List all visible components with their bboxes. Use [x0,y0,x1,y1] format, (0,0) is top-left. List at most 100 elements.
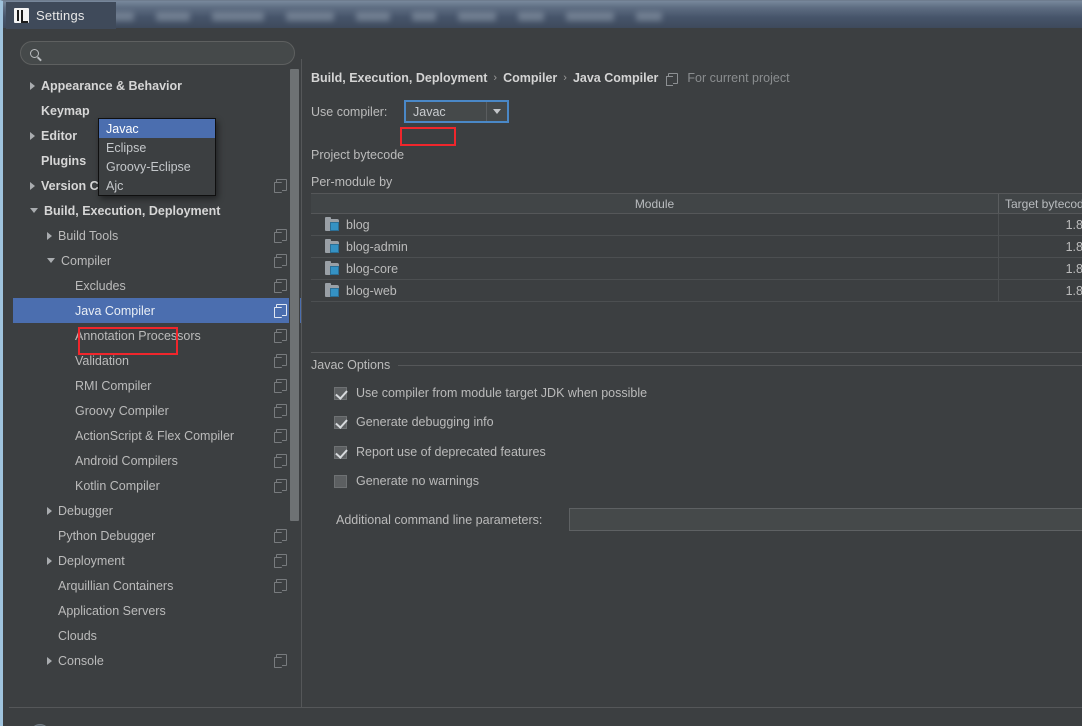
checkbox-checked-icon[interactable] [334,386,347,400]
sidebar-item-label: Console [58,653,104,668]
dropdown-option-javac[interactable]: Javac [99,119,215,138]
checkbox-label: Use compiler from module target JDK when… [356,386,648,400]
copy-icon[interactable] [274,654,287,668]
sidebar-item-build-execution-deployment[interactable]: Build, Execution, Deployment [13,198,301,223]
copy-icon[interactable] [274,454,287,468]
copy-icon[interactable] [666,72,679,86]
use-compiler-dropdown-popup[interactable]: Javac Eclipse Groovy-Eclipse Ajc [98,118,216,196]
dropdown-option-groovy-eclipse[interactable]: Groovy-Eclipse [99,157,215,176]
copy-icon[interactable] [274,229,287,243]
sidebar-item-groovy-compiler[interactable]: Groovy Compiler [13,398,301,423]
table-cell-module[interactable]: blog [311,214,999,235]
checkbox-checked-icon[interactable] [334,415,347,429]
search-input[interactable] [46,46,281,60]
sidebar-item-excludes[interactable]: Excludes [13,273,301,298]
copy-icon[interactable] [274,304,287,318]
chevron-right-icon[interactable] [47,656,52,665]
copy-icon[interactable] [274,254,287,268]
checkbox-row[interactable]: Report use of deprecated features [334,445,546,459]
sidebar-item-build-tools[interactable]: Build Tools [13,223,301,248]
sidebar-item-compiler[interactable]: Compiler [13,248,301,273]
breadcrumb-segment-java-compiler[interactable]: Java Compiler [573,71,658,85]
sidebar-item-label: Clouds [58,628,97,643]
checkbox-row[interactable]: Use compiler from module target JDK when… [334,386,647,400]
combobox-arrow-button[interactable] [486,102,507,121]
sidebar-item-label: Validation [75,353,129,368]
copy-icon[interactable] [274,579,287,593]
copy-icon[interactable] [274,379,287,393]
sidebar-item-kotlin-compiler[interactable]: Kotlin Compiler [13,473,301,498]
search-box[interactable] [20,41,295,65]
sidebar-scrollbar-thumb[interactable] [290,69,299,521]
sidebar-item-label: Python Debugger [58,528,156,543]
sidebar-item-rmi-compiler[interactable]: RMI Compiler [13,373,301,398]
sidebar-item-debugger[interactable]: Debugger [13,498,301,523]
table-cell-module[interactable]: blog-admin [311,236,999,257]
chevron-right-icon[interactable] [47,231,52,240]
table-cell-target-bytecode[interactable]: 1.8 [999,258,1082,279]
checkbox-checked-icon[interactable] [334,445,347,459]
sidebar-item-annotation-processors[interactable]: Annotation Processors [13,323,301,348]
dropdown-option-ajc[interactable]: Ajc [99,176,215,195]
module-folder-icon [325,282,339,297]
copy-icon[interactable] [274,179,287,193]
column-header-module[interactable]: Module [311,194,999,213]
checkbox-unchecked-icon[interactable] [334,474,347,488]
module-folder-icon [325,216,339,231]
chevron-right-icon[interactable] [30,181,35,190]
breadcrumb-segment-compiler[interactable]: Compiler [503,71,557,85]
table-cell-target-bytecode[interactable]: 1.8 [999,214,1082,235]
sidebar-item-arquillian-containers[interactable]: Arquillian Containers [13,573,301,598]
checkbox-row[interactable]: Generate debugging info [334,415,494,429]
table-row[interactable]: blog 1.8 [311,214,1082,236]
sidebar-item-label: Build Tools [58,228,119,243]
sidebar-item-label: Kotlin Compiler [75,478,160,493]
sidebar-item-deployment[interactable]: Deployment [13,548,301,573]
copy-icon[interactable] [274,404,287,418]
copy-icon[interactable] [274,329,287,343]
sidebar-item-java-compiler[interactable]: Java Compiler [13,298,301,323]
table-cell-target-bytecode[interactable]: 1.8 [999,280,1082,301]
sidebar-item-label: Deployment [58,553,125,568]
breadcrumb: Build, Execution, Deployment › Compiler … [311,71,790,86]
table-row[interactable]: blog-core 1.8 [311,258,1082,280]
per-module-bytecode-table[interactable]: Module Target bytecod blog 1.8 blog-admin 1… [311,193,1082,303]
column-header-target-bytecode[interactable]: Target bytecod [999,194,1082,213]
chevron-right-icon[interactable] [30,131,35,140]
titlebar[interactable]: Settings [6,2,1082,29]
sidebar-item-console[interactable]: Console [13,648,301,673]
chevron-down-icon [493,109,501,114]
sidebar-item-label: Arquillian Containers [58,578,174,593]
chevron-right-icon[interactable] [47,506,52,515]
additional-params-input[interactable] [569,508,1082,531]
chevron-down-icon[interactable] [47,258,55,263]
checkbox-label: Generate no warnings [356,474,479,488]
chevron-right-icon[interactable] [47,556,52,565]
sidebar-item-android-compilers[interactable]: Android Compilers [13,448,301,473]
sidebar-item-python-debugger[interactable]: Python Debugger [13,523,301,548]
sidebar-item-validation[interactable]: Validation [13,348,301,373]
dropdown-option-eclipse[interactable]: Eclipse [99,138,215,157]
breadcrumb-segment-build[interactable]: Build, Execution, Deployment [311,71,487,85]
table-cell-target-bytecode[interactable]: 1.8 [999,236,1082,257]
chevron-down-icon[interactable] [30,208,38,213]
copy-icon[interactable] [274,429,287,443]
table-row[interactable]: blog-web 1.8 [311,280,1082,302]
checkbox-label: Generate debugging info [356,415,494,429]
checkbox-row[interactable]: Generate no warnings [334,474,479,488]
use-compiler-combobox[interactable]: Javac [404,100,509,123]
sidebar-item-clouds[interactable]: Clouds [13,623,301,648]
copy-icon[interactable] [274,354,287,368]
copy-icon[interactable] [274,479,287,493]
table-row[interactable]: blog-admin 1.8 [311,236,1082,258]
sidebar-item-application-servers[interactable]: Application Servers [13,598,301,623]
table-cell-module[interactable]: blog-web [311,280,999,301]
copy-icon[interactable] [274,554,287,568]
sidebar-item-appearance-behavior[interactable]: Appearance & Behavior [13,73,301,98]
table-cell-module[interactable]: blog-core [311,258,999,279]
copy-icon[interactable] [274,529,287,543]
sidebar-item-actionscript-flex-compiler[interactable]: ActionScript & Flex Compiler [13,423,301,448]
chevron-right-icon[interactable] [30,81,35,90]
copy-icon[interactable] [274,279,287,293]
pane-divider[interactable] [301,59,302,707]
